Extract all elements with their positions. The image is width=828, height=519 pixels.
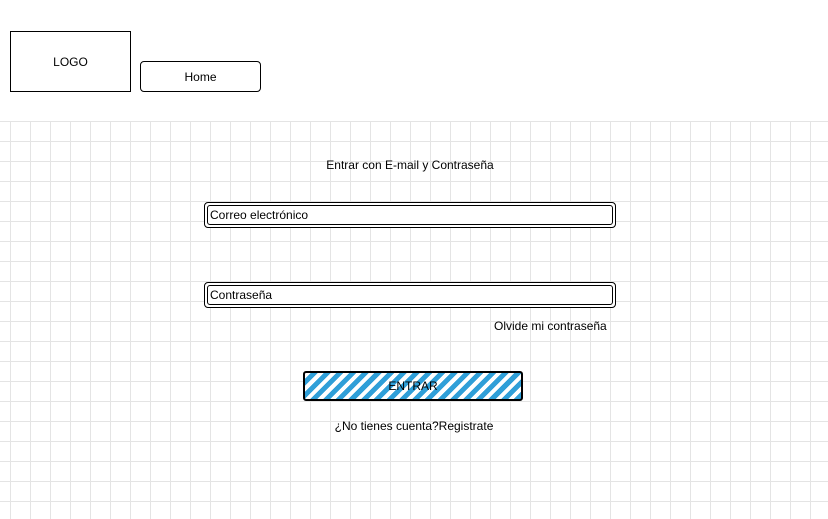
register-link[interactable]: ¿No tienes cuenta?Registrate: [264, 419, 564, 433]
home-button-label: Home: [184, 69, 217, 84]
password-field[interactable]: Contraseña: [204, 282, 616, 308]
forgot-password-link[interactable]: Olvide mi contraseña: [494, 319, 607, 333]
email-placeholder: Correo electrónico: [210, 208, 309, 222]
password-field-inner[interactable]: Contraseña: [207, 285, 613, 305]
home-button[interactable]: Home: [140, 61, 261, 92]
logo: LOGO: [10, 31, 131, 92]
password-placeholder: Contraseña: [210, 288, 273, 302]
email-field[interactable]: Correo electrónico: [204, 202, 616, 228]
login-heading: Entrar con E-mail y Contraseña: [326, 158, 494, 172]
login-submit-button[interactable]: ENTRAR: [303, 371, 523, 401]
login-submit-label: ENTRAR: [388, 379, 438, 393]
email-field-inner[interactable]: Correo electrónico: [207, 205, 613, 225]
logo-text: LOGO: [53, 54, 88, 69]
